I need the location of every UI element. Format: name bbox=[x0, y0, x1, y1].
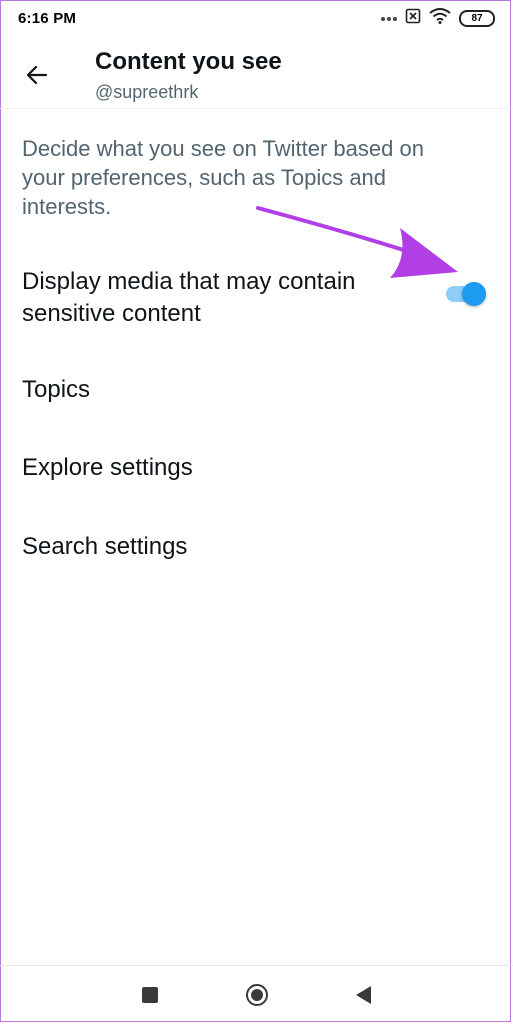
page-title: Content you see bbox=[95, 48, 282, 75]
search-settings-link[interactable]: Search settings bbox=[22, 531, 491, 563]
battery-icon: 87 bbox=[459, 9, 495, 27]
home-circle-icon[interactable] bbox=[246, 984, 268, 1006]
system-nav-bar bbox=[0, 965, 513, 1024]
explore-settings-link[interactable]: Explore settings bbox=[22, 452, 491, 484]
page-header: Content you see @supreethrk bbox=[0, 36, 513, 109]
settings-description: Decide what you see on Twitter based on … bbox=[22, 136, 424, 219]
sim-off-icon bbox=[405, 8, 421, 29]
dots-icon bbox=[381, 9, 397, 27]
status-icons: 87 bbox=[381, 7, 495, 29]
status-time: 6:16 PM bbox=[18, 9, 77, 27]
sensitive-media-setting[interactable]: Display media that may contain sensitive… bbox=[22, 266, 422, 330]
topics-setting[interactable]: Topics bbox=[22, 374, 491, 406]
recents-square-icon[interactable] bbox=[142, 987, 158, 1003]
back-button[interactable] bbox=[20, 58, 54, 92]
home-dot bbox=[251, 989, 263, 1001]
account-handle: @supreethrk bbox=[95, 82, 199, 102]
status-bar: 6:16 PM 87 bbox=[0, 0, 513, 36]
back-arrow-icon bbox=[26, 65, 48, 85]
toggle-thumb bbox=[462, 282, 486, 306]
back-triangle-icon[interactable] bbox=[356, 986, 371, 1004]
sensitive-media-toggle[interactable] bbox=[446, 280, 486, 306]
wifi-icon bbox=[429, 7, 451, 29]
